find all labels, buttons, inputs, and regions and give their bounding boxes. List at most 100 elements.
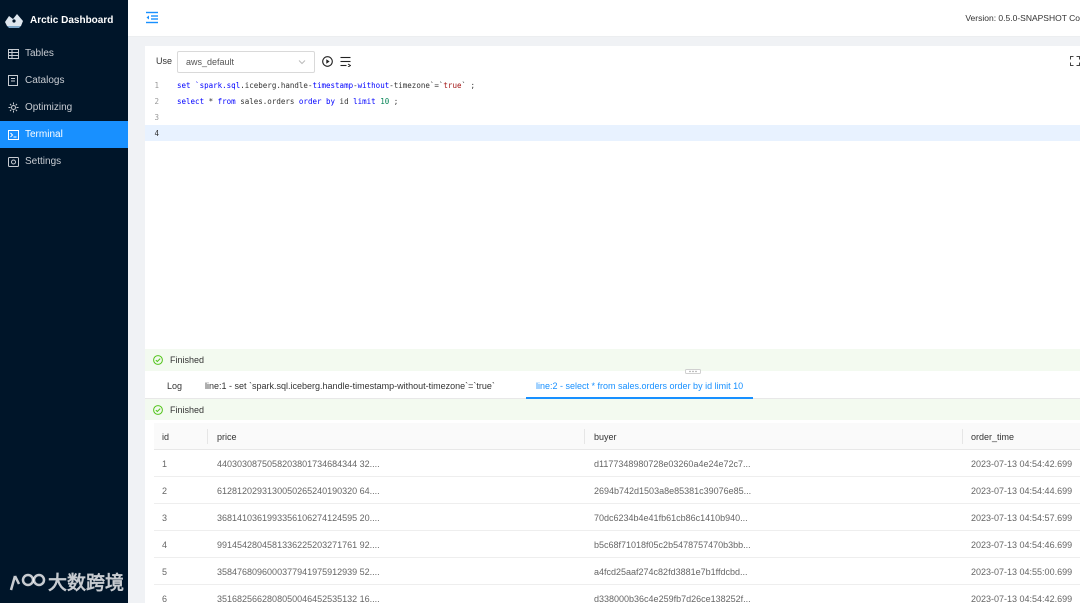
cell-price: 3681410361993356106274124595 20.... (217, 513, 380, 523)
code-token: ` ; (461, 81, 476, 90)
sidebar-item-tables[interactable]: Tables (0, 40, 128, 67)
cell-order-time: 2023-07-13 04:54:42.699 (971, 594, 1073, 603)
code-token: .iceberg.handle- (240, 81, 313, 90)
table-header: id price buyer order_time (154, 423, 1080, 450)
code-token: order by (298, 97, 336, 106)
sidebar-item-catalogs[interactable]: Catalogs (0, 67, 128, 94)
code-token: select (177, 97, 205, 106)
tab-log[interactable]: Log (167, 375, 182, 399)
line-number: 2 (154, 97, 159, 106)
sidebar-item-label: Settings (25, 156, 62, 167)
table-row: 4 9914542804581336225203271761 92.... b5… (154, 531, 1080, 558)
cell-id: 6 (162, 594, 168, 603)
cell-order-time: 2023-07-13 04:54:46.699 (971, 540, 1073, 550)
table-row: 5 3584768096000377941975912939 52.... a4… (154, 558, 1080, 585)
sidebar-item-label: Terminal (25, 129, 63, 140)
drag-handle-icon[interactable] (685, 369, 701, 374)
sidebar-item-label: Optimizing (25, 102, 73, 113)
arctic-logo-icon (5, 14, 23, 28)
sidebar-item-label: Tables (25, 48, 54, 59)
code-token: * (204, 97, 218, 106)
line-number: 1 (154, 81, 159, 90)
sidebar-item-terminal[interactable]: Terminal (0, 121, 128, 148)
cell-id: 1 (162, 459, 168, 469)
status-text: Finished (170, 404, 205, 415)
code-token: 10 (380, 97, 390, 106)
cell-price: 3584768096000377941975912939 52.... (217, 567, 380, 577)
code-token: sql (226, 81, 241, 90)
code-token: sales.orders (235, 97, 299, 106)
format-sql-icon[interactable] (340, 56, 351, 67)
code-token: limit (353, 97, 376, 106)
editor-line: 3 (145, 109, 1080, 125)
tab-line-1[interactable]: line:1 - set `spark.sql.iceberg.handle-t… (205, 375, 495, 399)
tab-line-2[interactable]: line:2 - select * from sales.orders orde… (526, 375, 754, 399)
code-token: timestamp (312, 81, 354, 90)
catalog-select[interactable]: aws_default (177, 51, 315, 73)
terminal-icon (7, 129, 19, 141)
table-icon (7, 48, 19, 60)
cell-price: 9914542804581336225203271761 92.... (217, 540, 380, 550)
column-header-order-time: order_time (971, 432, 1015, 442)
catalog-icon (7, 75, 19, 87)
table-row: 3 3681410361993356106274124595 20.... 70… (154, 504, 1080, 531)
terminal-panel: Use aws_default 1 set `spark.sql.iceberg… (145, 46, 1080, 603)
line-code: select * from sales.orders order by id l… (177, 97, 398, 106)
sql-editor[interactable]: 1 set `spark.sql.iceberg.handle-timestam… (145, 77, 1080, 347)
cell-id: 5 (162, 567, 168, 577)
brand[interactable]: Arctic Dashboard (0, 0, 128, 40)
column-divider (207, 429, 208, 444)
code-token: ; (389, 97, 399, 106)
cell-price: 4403030875058203801734684344 32.... (217, 459, 380, 469)
run-icon[interactable] (322, 56, 333, 67)
cell-price: 6128120293130050265240190320 64.... (217, 486, 380, 496)
code-token: set `spark. (177, 81, 227, 90)
status-text: Finished (170, 355, 205, 365)
watermark-logo-icon (9, 573, 46, 590)
sidebar-item-label: Catalogs (25, 75, 65, 86)
use-label: Use (156, 56, 173, 66)
editor-line-current: 4 (145, 125, 1080, 141)
sidebar-item-settings[interactable]: Settings (0, 148, 128, 175)
cell-buyer: 2694b742d1503a8e85381c39076e85... (594, 486, 752, 496)
check-circle-icon (153, 404, 163, 415)
cell-buyer: 70dc6234b4e41fb61cb86c1410b940... (594, 513, 748, 523)
code-token: -timezone`=` (389, 81, 444, 90)
cell-buyer: d1177348980728e03260a4e24e72c7... (594, 459, 751, 469)
column-header-buyer: buyer (594, 432, 617, 442)
chevron-down-icon (298, 60, 306, 65)
cell-buyer: b5c68f71018f05c2b5478757470b3bb... (594, 540, 751, 550)
app-root: Arctic Dashboard Tables Catalogs Optimiz… (0, 0, 1080, 603)
execution-status: Finished (145, 349, 1080, 371)
cell-order-time: 2023-07-13 04:54:57.699 (971, 513, 1073, 523)
editor-line: 2 select * from sales.orders order by id… (145, 93, 1080, 109)
column-divider (584, 429, 585, 444)
query-status: Finished (145, 399, 1080, 420)
column-header-price: price (217, 432, 237, 442)
app-title: Arctic Dashboard (30, 14, 114, 26)
code-token: without (357, 81, 390, 90)
sidebar: Arctic Dashboard Tables Catalogs Optimiz… (0, 0, 128, 603)
optimizing-icon (7, 102, 19, 114)
code-token: true (443, 81, 462, 90)
table-row: 6 3516825662808050046452535132 16.... d3… (154, 585, 1080, 603)
cell-buyer: a4fcd25aaf274c82fd3881e7b1ffdcbd... (594, 567, 748, 577)
cell-id: 2 (162, 486, 168, 496)
top-header: Version: 0.5.0-SNAPSHOT Co (128, 0, 1080, 37)
check-circle-icon (153, 355, 163, 365)
cell-id: 4 (162, 540, 168, 550)
table-row: 2 6128120293130050265240190320 64.... 26… (154, 477, 1080, 504)
watermark: 大数跨境 (8, 568, 124, 595)
table-row: 1 4403030875058203801734684344 32.... d1… (154, 450, 1080, 477)
line-number: 4 (154, 129, 159, 138)
catalog-select-value: aws_default (186, 57, 235, 67)
cell-order-time: 2023-07-13 04:54:42.699 (971, 459, 1073, 469)
line-code: set `spark.sql.iceberg.handle-timestamp -… (177, 81, 475, 90)
menu-collapse-icon[interactable] (145, 11, 159, 24)
cell-order-time: 2023-07-13 04:54:44.699 (971, 486, 1073, 496)
cell-buyer: d338000b36c4e259fb7d26ce138252f... (594, 594, 751, 603)
editor-line: 1 set `spark.sql.iceberg.handle-timestam… (145, 77, 1080, 93)
sidebar-item-optimizing[interactable]: Optimizing (0, 94, 128, 121)
fullscreen-icon[interactable] (1070, 56, 1080, 66)
column-header-id: id (162, 432, 170, 442)
